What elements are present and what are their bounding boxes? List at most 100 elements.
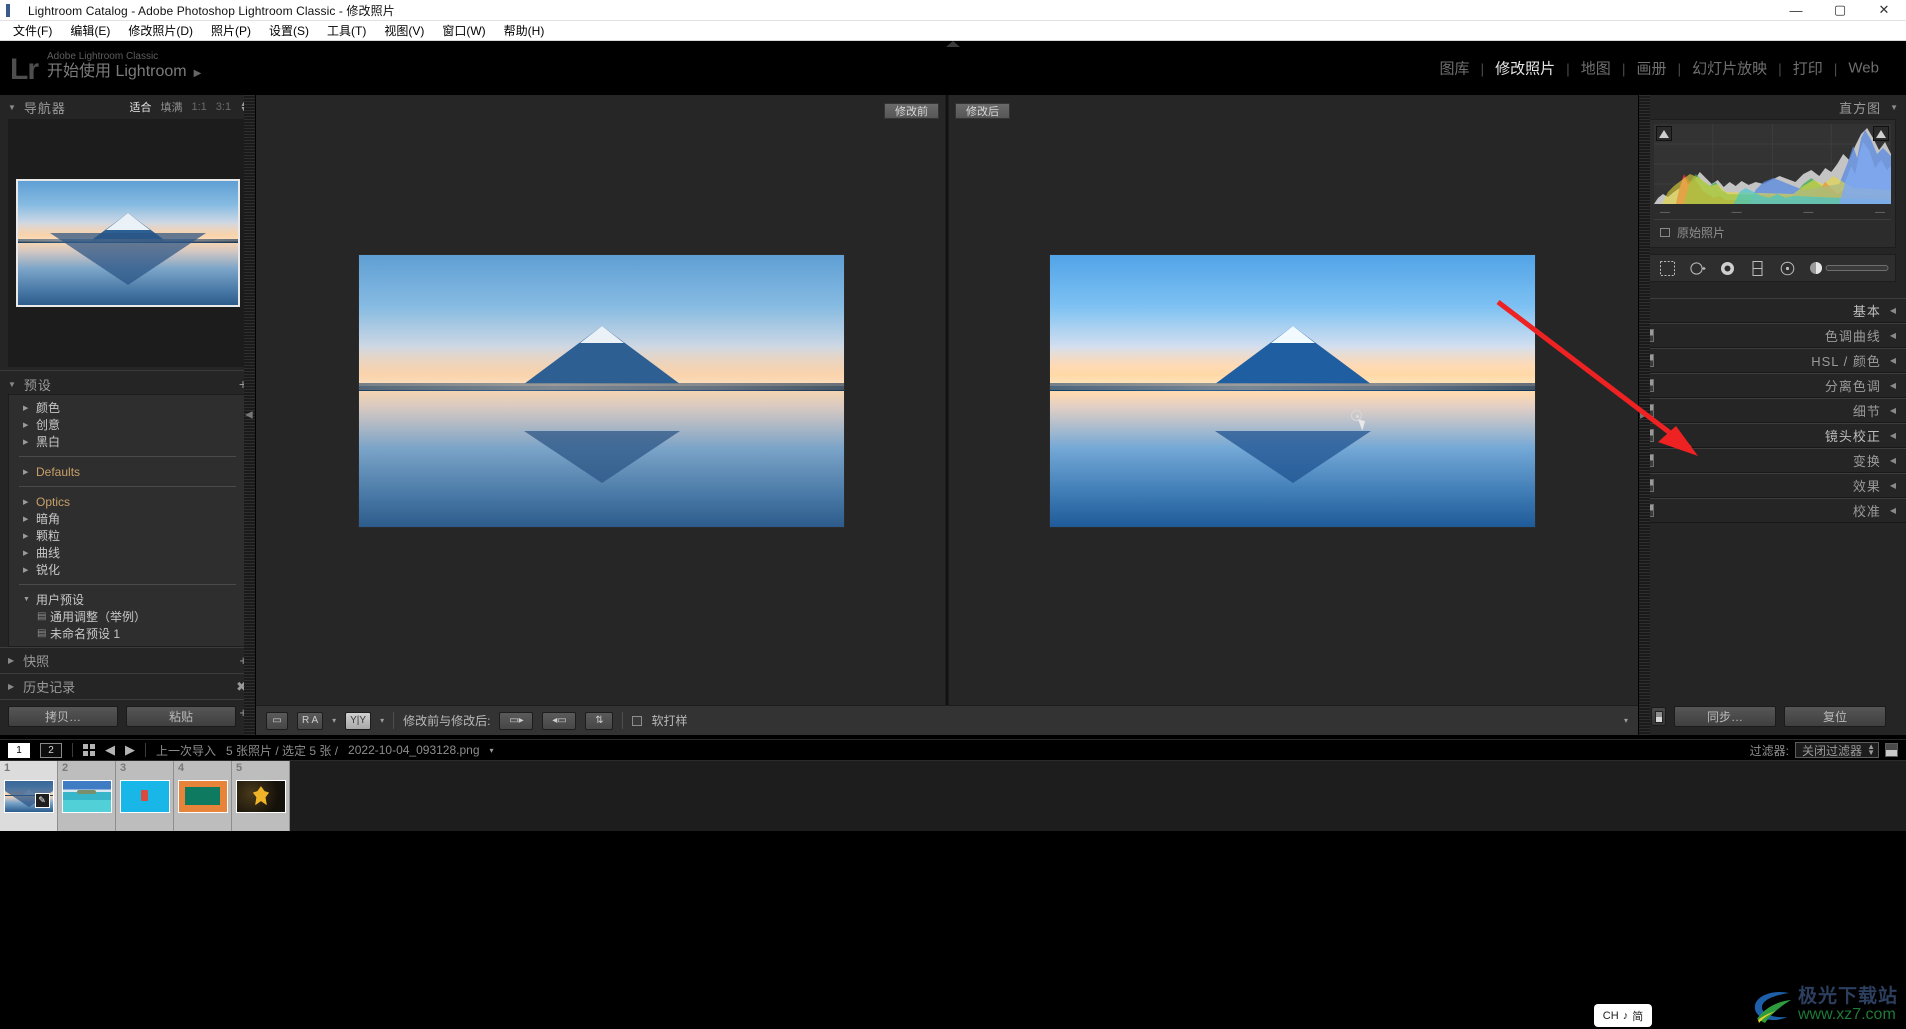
panel-hsl-color[interactable]: HSL / 颜色 ◀ bbox=[1639, 348, 1906, 373]
previous-photo-icon[interactable]: ◀ bbox=[105, 742, 115, 758]
panel-calibration[interactable]: 校准 ◀ bbox=[1639, 498, 1906, 523]
panel-detail[interactable]: 细节 ◀ bbox=[1639, 398, 1906, 423]
panel-snapshots[interactable]: ▶ 快照 + bbox=[0, 647, 255, 673]
filmstrip-thumb-4[interactable]: 4 bbox=[174, 761, 232, 831]
flag-caret-icon[interactable]: ▾ bbox=[332, 716, 336, 725]
zoom-3-1[interactable]: 3:1 bbox=[216, 101, 231, 113]
loupe-view-icon[interactable]: ▭ bbox=[266, 711, 288, 730]
menu-item-develop[interactable]: 修改照片(D) bbox=[119, 20, 202, 41]
chevron-right-icon[interactable]: ▶ bbox=[23, 532, 36, 540]
chevron-right-icon[interactable]: ▶ bbox=[23, 515, 36, 523]
panel-transform[interactable]: 变换 ◀ bbox=[1639, 448, 1906, 473]
preset-group-defaults[interactable]: ▶ Defaults bbox=[9, 463, 246, 480]
copy-button[interactable]: 拷贝… bbox=[8, 706, 118, 727]
panel-lens-corrections[interactable]: 镜头校正 ◀ bbox=[1639, 423, 1906, 448]
auto-sync-toggle[interactable] bbox=[1651, 707, 1666, 726]
module-slideshow[interactable]: 幻灯片放映 bbox=[1681, 58, 1778, 79]
graduated-filter-icon[interactable] bbox=[1749, 260, 1766, 277]
menu-item-file[interactable]: 文件(F) bbox=[4, 20, 61, 41]
copy-settings-left-button[interactable]: ◂▭ bbox=[542, 711, 577, 730]
module-map[interactable]: 地图 bbox=[1570, 58, 1622, 79]
preset-group-bw[interactable]: ▶ 黑白 bbox=[9, 433, 246, 450]
right-panel-resize-handle[interactable]: ▶ bbox=[1639, 95, 1650, 735]
preset-item-general[interactable]: ▤ 通用调整（举例） bbox=[9, 608, 246, 625]
menu-item-edit[interactable]: 编辑(E) bbox=[61, 20, 119, 41]
grid-view-icon[interactable] bbox=[83, 744, 95, 756]
histogram-header[interactable]: 直方图 ▼ bbox=[1639, 95, 1906, 116]
identity-plate[interactable]: Lr Adobe Lightroom Classic 开始使用 Lightroo… bbox=[0, 51, 201, 85]
highlight-clipping-icon[interactable] bbox=[1873, 126, 1889, 141]
panel-effects[interactable]: 效果 ◀ bbox=[1639, 473, 1906, 498]
adjustment-brush-icon[interactable] bbox=[1809, 260, 1889, 277]
menu-item-window[interactable]: 窗口(W) bbox=[433, 20, 494, 41]
develop-badge-icon[interactable]: ✎ bbox=[34, 792, 50, 808]
swap-settings-button[interactable]: ⇅ bbox=[585, 711, 614, 730]
chevron-left-icon[interactable]: ◀ bbox=[1890, 381, 1896, 390]
after-image-pane[interactable] bbox=[947, 95, 1638, 687]
red-eye-icon[interactable] bbox=[1719, 260, 1736, 277]
preset-group-vignette[interactable]: ▶ 暗角 bbox=[9, 510, 246, 527]
module-develop[interactable]: 修改照片 bbox=[1484, 58, 1566, 79]
preset-group-grain[interactable]: ▶ 颗粒 bbox=[9, 527, 246, 544]
toolbar-caret-icon[interactable]: ▾ bbox=[1624, 716, 1628, 725]
filmstrip-source[interactable]: 上一次导入 bbox=[156, 742, 216, 759]
after-photo[interactable] bbox=[1049, 254, 1536, 528]
chevron-down-icon[interactable]: ▼ bbox=[23, 596, 36, 603]
reset-button[interactable]: 复位 bbox=[1784, 706, 1886, 727]
presets-header[interactable]: ▼ 预设 + bbox=[0, 374, 255, 394]
chevron-right-icon[interactable]: ▶ bbox=[23, 549, 36, 557]
filmstrip-caret-icon[interactable]: ▾ bbox=[490, 746, 494, 755]
top-panel-toggle-icon[interactable] bbox=[946, 41, 960, 47]
zoom-1-1[interactable]: 1:1 bbox=[191, 101, 206, 113]
zoom-fit[interactable]: 适合 bbox=[129, 99, 151, 115]
chevron-right-icon[interactable]: ▶ bbox=[23, 438, 36, 446]
chevron-left-icon[interactable]: ◀ bbox=[1890, 506, 1896, 515]
panel-split-toning[interactable]: 分离色调 ◀ bbox=[1639, 373, 1906, 398]
presets-twisty-icon[interactable]: ▼ bbox=[8, 380, 16, 389]
menu-item-help[interactable]: 帮助(H) bbox=[495, 20, 554, 41]
preset-group-sharpening[interactable]: ▶ 锐化 bbox=[9, 561, 246, 578]
filmstrip-thumb-5[interactable]: 5 bbox=[232, 761, 290, 831]
shadow-clipping-icon[interactable] bbox=[1656, 126, 1672, 141]
maximize-button[interactable]: ▢ bbox=[1818, 0, 1862, 21]
collapse-left-panel-icon[interactable]: ◀ bbox=[245, 410, 253, 421]
chevron-right-icon[interactable]: ▶ bbox=[23, 421, 36, 429]
preset-group-user[interactable]: ▼ 用户预设 bbox=[9, 591, 246, 608]
spot-removal-icon[interactable] bbox=[1689, 260, 1706, 277]
chevron-left-icon[interactable]: ◀ bbox=[1890, 456, 1896, 465]
chevron-left-icon[interactable]: ◀ bbox=[1890, 406, 1896, 415]
module-print[interactable]: 打印 bbox=[1782, 58, 1834, 79]
navigator-header[interactable]: ▼ 导航器 适合 填满 1:1 3:1 ▲▼ bbox=[0, 95, 255, 116]
sync-button[interactable]: 同步… bbox=[1674, 706, 1776, 727]
chevron-right-icon[interactable]: ▶ bbox=[23, 498, 36, 506]
module-library[interactable]: 图库 bbox=[1428, 58, 1480, 79]
menu-item-tools[interactable]: 工具(T) bbox=[318, 20, 375, 41]
crop-overlay-icon[interactable] bbox=[1659, 260, 1676, 277]
minimize-button[interactable]: — bbox=[1774, 0, 1818, 21]
menu-item-photo[interactable]: 照片(P) bbox=[202, 20, 260, 41]
original-photo-row[interactable]: 原始照片 bbox=[1654, 219, 1891, 243]
paste-button[interactable]: 粘贴 bbox=[126, 706, 236, 727]
chevron-left-icon[interactable]: ◀ bbox=[1890, 306, 1896, 315]
before-image-pane[interactable] bbox=[256, 95, 947, 687]
preset-group-curve[interactable]: ▶ 曲线 bbox=[9, 544, 246, 561]
flag-filter-icon[interactable]: R A bbox=[297, 711, 324, 730]
chevron-right-icon[interactable]: ▶ bbox=[8, 656, 14, 665]
panel-history[interactable]: ▶ 历史记录 ✖ bbox=[0, 673, 255, 699]
menu-item-view[interactable]: 视图(V) bbox=[375, 20, 433, 41]
chevron-left-icon[interactable]: ◀ bbox=[1890, 356, 1896, 365]
filter-select[interactable]: 关闭过滤器 ▲ ▼ bbox=[1794, 742, 1879, 758]
chevron-left-icon[interactable]: ◀ bbox=[1890, 331, 1896, 340]
navigator-preview[interactable] bbox=[8, 119, 247, 367]
screen-1-button[interactable]: 1 bbox=[8, 742, 30, 758]
preset-group-optics[interactable]: ▶ Optics bbox=[9, 493, 246, 510]
ime-indicator[interactable]: CH ♪ 简 bbox=[1594, 1004, 1652, 1027]
original-photo-checkbox[interactable] bbox=[1660, 228, 1670, 237]
zoom-fill[interactable]: 填满 bbox=[160, 99, 182, 115]
copy-settings-right-button[interactable]: ▭▸ bbox=[499, 711, 534, 730]
module-book[interactable]: 画册 bbox=[1625, 58, 1677, 79]
filmstrip-thumb-2[interactable]: 2 bbox=[58, 761, 116, 831]
chevron-right-icon[interactable]: ▶ bbox=[23, 566, 36, 574]
before-after-mode-icon[interactable]: Y|Y bbox=[345, 711, 372, 730]
chevron-right-icon[interactable]: ▶ bbox=[23, 404, 36, 412]
